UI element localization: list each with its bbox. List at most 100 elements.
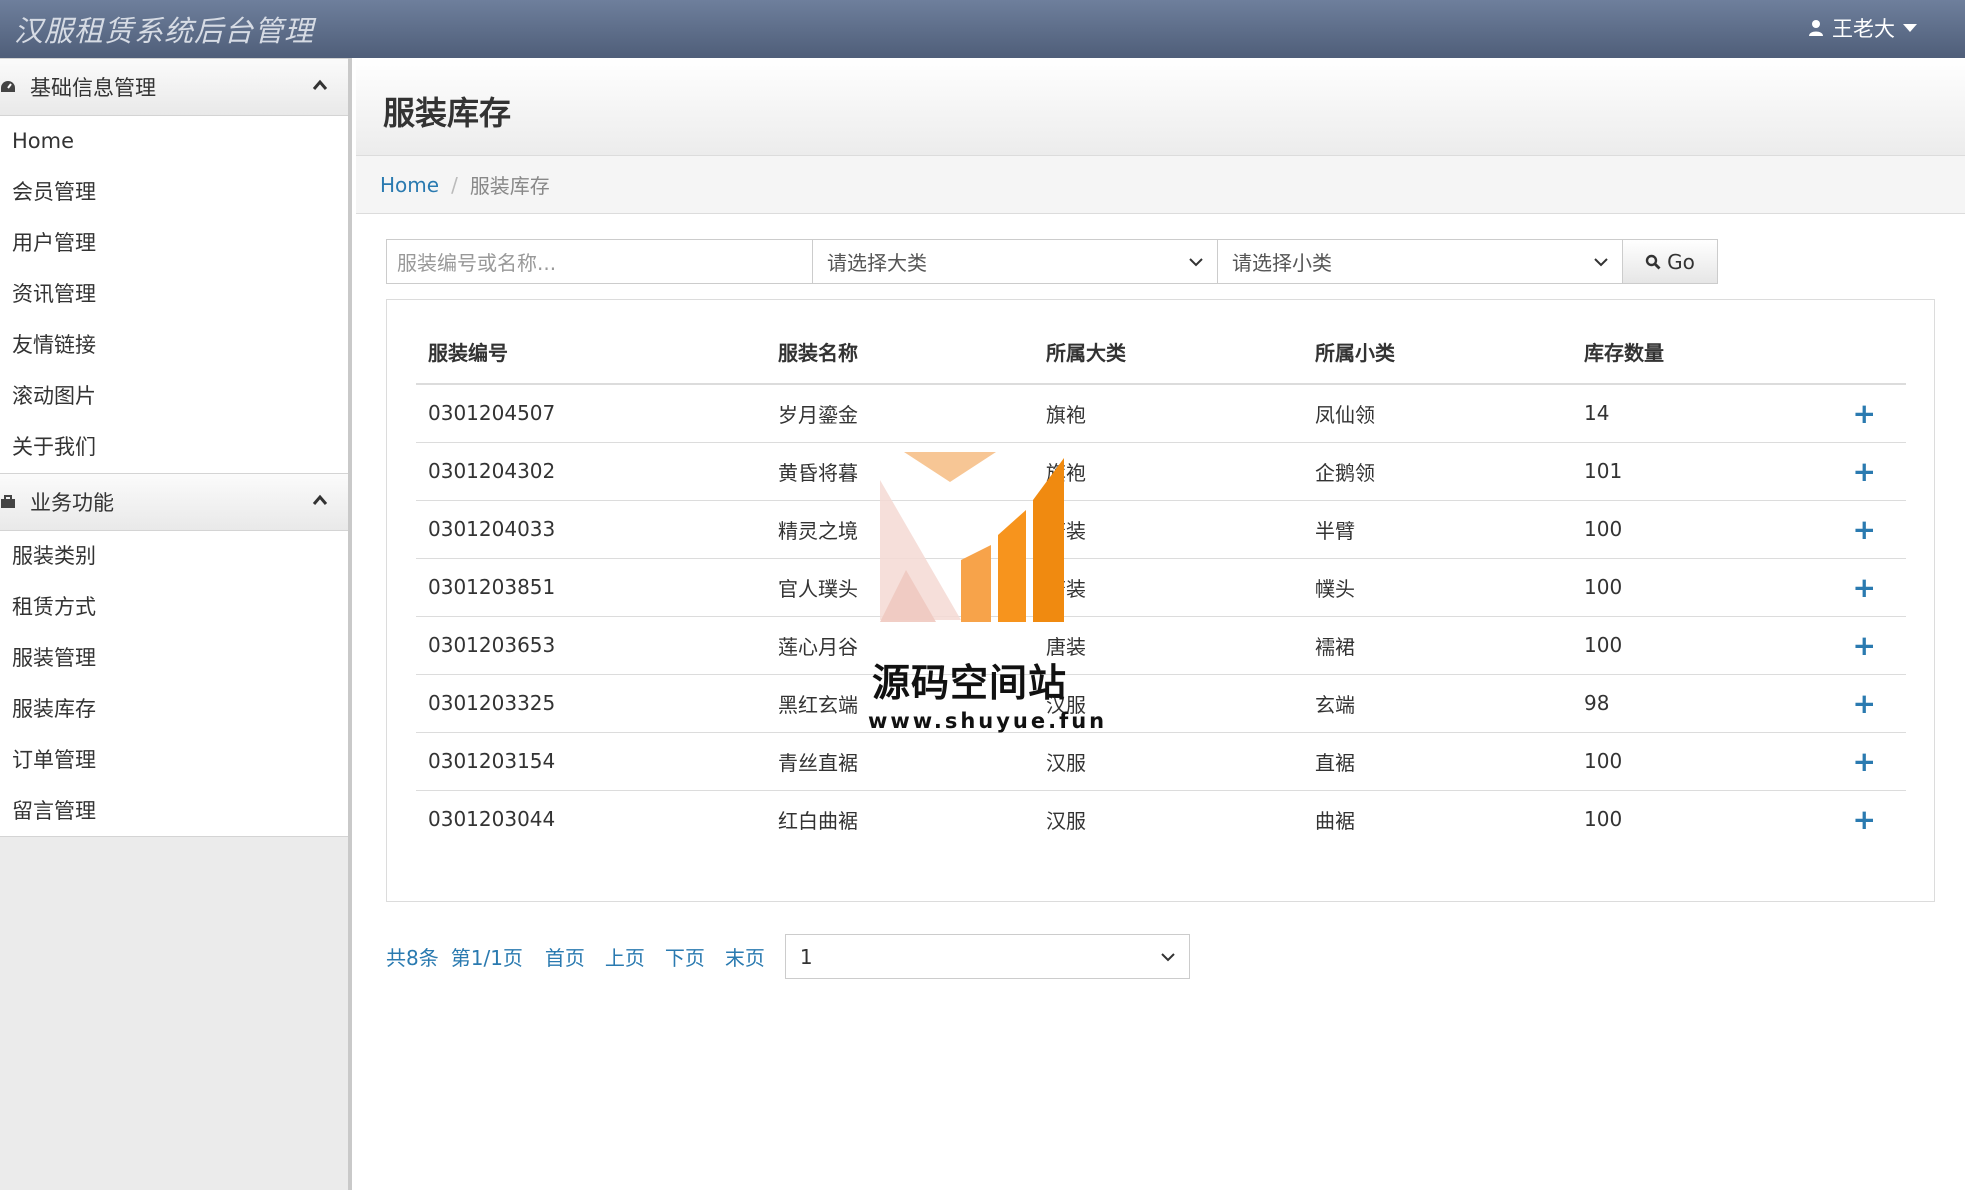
sidebar-section-title: 基础信息管理 — [30, 76, 156, 100]
category-select[interactable]: 请选择大类 — [813, 239, 1218, 284]
cell-code: 0301203044 — [428, 807, 556, 832]
sidebar-list-basic-info: Home 会员管理 用户管理 资讯管理 友情链接 滚动图片 关于我们 — [0, 116, 348, 473]
column-header: 服装名称 — [766, 320, 1034, 385]
cell-name: 岁月鎏金 — [766, 384, 1034, 443]
cell-category: 汉服 — [1034, 732, 1303, 791]
add-stock-button[interactable]: + — [1772, 732, 1906, 791]
sidebar-item-clothing-stock[interactable]: 服装库存 — [0, 684, 348, 735]
chevron-up-icon — [312, 79, 328, 90]
cell-subcategory: 曲裾 — [1315, 808, 1355, 833]
add-stock-button[interactable]: + — [1772, 500, 1906, 559]
pagination: 共8条 第1/1页 首页 上页 下页 末页 1 — [386, 934, 1190, 979]
cell-stock: 100 — [1572, 500, 1772, 559]
sidebar-section-basic-info[interactable]: 基础信息管理 — [0, 58, 348, 116]
pager-next-link[interactable]: 下页 — [665, 942, 705, 971]
pager-first-link[interactable]: 首页 — [545, 942, 585, 971]
main-content: 服装库存 Home / 服装库存 服装编号或名称... 请选择大类 请选择小类 … — [356, 58, 1965, 1190]
cell-code: 0301204507 — [416, 384, 766, 443]
sidebar-item-clothing-category[interactable]: 服装类别 — [0, 531, 348, 582]
sidebar-item-about[interactable]: 关于我们 — [0, 422, 348, 473]
page-title: 服装库存 — [383, 94, 512, 132]
cell-name: 红白曲裾 — [778, 808, 858, 833]
cell-subcategory: 直裾 — [1303, 732, 1572, 791]
page-select-value: 1 — [799, 944, 813, 969]
cell-subcategory: 半臂 — [1303, 500, 1572, 559]
sidebar-section-business[interactable]: 业务功能 — [0, 473, 348, 531]
sidebar-item-rental-method[interactable]: 租赁方式 — [0, 582, 348, 633]
cell-name: 青丝直裾 — [766, 732, 1034, 791]
sidebar-item-news[interactable]: 资讯管理 — [0, 269, 348, 320]
add-stock-button[interactable]: + — [1772, 790, 1906, 848]
sidebar-item-carousel[interactable]: 滚动图片 — [0, 371, 348, 422]
table-header-row: 服装编号 服装名称 所属大类 所属小类 库存数量 — [416, 320, 1906, 385]
caret-down-icon — [1903, 23, 1917, 32]
pager-last-link[interactable]: 末页 — [725, 942, 765, 971]
watermark-text: 源码空间站 — [872, 661, 1068, 705]
cell-code: 0301203154 — [416, 732, 766, 791]
add-stock-button[interactable]: + — [1772, 384, 1906, 443]
cell-subcategory: 企鹅领 — [1303, 442, 1572, 501]
app-title: 汉服租赁系统后台管理 — [14, 14, 315, 48]
user-icon — [1809, 20, 1823, 36]
sidebar-item-messages[interactable]: 留言管理 — [0, 786, 348, 837]
sidebar-item-orders[interactable]: 订单管理 — [0, 735, 348, 786]
cell-stock: 14 — [1572, 384, 1772, 443]
user-name: 王老大 — [1832, 17, 1895, 41]
column-header-action — [1772, 320, 1906, 385]
sidebar-item-links[interactable]: 友情链接 — [0, 320, 348, 371]
table-row: 0301203325 黑红玄端 汉服 玄端 98 + — [416, 674, 1906, 733]
sidebar-item-home[interactable]: Home — [0, 116, 348, 167]
table-row: 0301204507 岁月鎏金 旗袍 凤仙领 14 + — [416, 384, 1906, 443]
cell-stock: 100 — [1572, 732, 1772, 791]
chevron-up-icon — [312, 494, 328, 505]
sidebar-item-users[interactable]: 用户管理 — [0, 218, 348, 269]
go-button[interactable]: Go — [1623, 239, 1718, 284]
dashboard-icon — [1, 81, 15, 92]
pager-total: 共8条 — [386, 946, 439, 970]
add-stock-button[interactable]: + — [1772, 674, 1906, 733]
user-menu[interactable]: 王老大 — [1808, 13, 1917, 43]
table-row: 0301203851 官人璞头 唐装 幞头 100 + — [416, 558, 1906, 617]
category-select-value: 请选择大类 — [827, 251, 927, 275]
column-header: 所属小类 — [1303, 320, 1572, 385]
table-row: 0301203154 青丝直裾 汉服 直裾 100 + — [416, 732, 1906, 791]
search-input[interactable]: 服装编号或名称... — [386, 239, 813, 284]
sidebar: 基础信息管理 Home 会员管理 用户管理 资讯管理 友情链接 滚动图片 关于我… — [0, 58, 352, 1190]
watermark-url: www.shuyue.fun — [868, 709, 1108, 733]
cell-code: 0301203653 — [416, 616, 766, 675]
subcategory-select-value: 请选择小类 — [1232, 251, 1332, 275]
add-stock-button[interactable]: + — [1772, 442, 1906, 501]
stock-table-panel: 服装编号 服装名称 所属大类 所属小类 库存数量 0301204507 岁月鎏金… — [386, 299, 1935, 902]
pager-prev-link[interactable]: 上页 — [605, 942, 645, 971]
table-row: 0301203653 莲心月谷 唐装 襦裙 100 + — [416, 616, 1906, 675]
subcategory-select[interactable]: 请选择小类 — [1218, 239, 1623, 284]
cell-code: 0301204033 — [416, 500, 766, 559]
cell-stock: 100 — [1584, 807, 1623, 832]
cell-category: 旗袍 — [1034, 384, 1303, 443]
cell-subcategory: 玄端 — [1303, 674, 1572, 733]
page-select[interactable]: 1 — [784, 934, 1190, 979]
cell-stock: 101 — [1572, 442, 1772, 501]
breadcrumb: Home / 服装库存 — [356, 156, 1965, 214]
stock-table: 服装编号 服装名称 所属大类 所属小类 库存数量 0301204507 岁月鎏金… — [416, 320, 1906, 848]
go-button-label: Go — [1667, 249, 1695, 274]
sidebar-section-title: 业务功能 — [30, 491, 114, 515]
breadcrumb-home-link[interactable]: Home — [380, 173, 439, 197]
column-header: 库存数量 — [1572, 320, 1772, 385]
add-stock-button[interactable]: + — [1772, 616, 1906, 675]
breadcrumb-current: 服装库存 — [469, 174, 550, 198]
chevron-down-icon — [1161, 952, 1175, 961]
cell-subcategory: 幞头 — [1303, 558, 1572, 617]
cell-code: 0301203325 — [416, 674, 766, 733]
add-stock-button[interactable]: + — [1772, 558, 1906, 617]
cell-stock: 100 — [1572, 558, 1772, 617]
cell-subcategory: 襦裙 — [1303, 616, 1572, 675]
cell-subcategory: 凤仙领 — [1303, 384, 1572, 443]
table-row: 0301203044 红白曲裾 汉服 曲裾 100 + — [416, 790, 1906, 848]
sidebar-item-members[interactable]: 会员管理 — [0, 167, 348, 218]
cell-stock: 98 — [1572, 674, 1772, 733]
filter-bar: 服装编号或名称... 请选择大类 请选择小类 Go — [386, 239, 1718, 284]
breadcrumb-separator: / — [451, 172, 458, 197]
column-header: 所属大类 — [1034, 320, 1303, 385]
sidebar-item-clothing-management[interactable]: 服装管理 — [0, 633, 348, 684]
